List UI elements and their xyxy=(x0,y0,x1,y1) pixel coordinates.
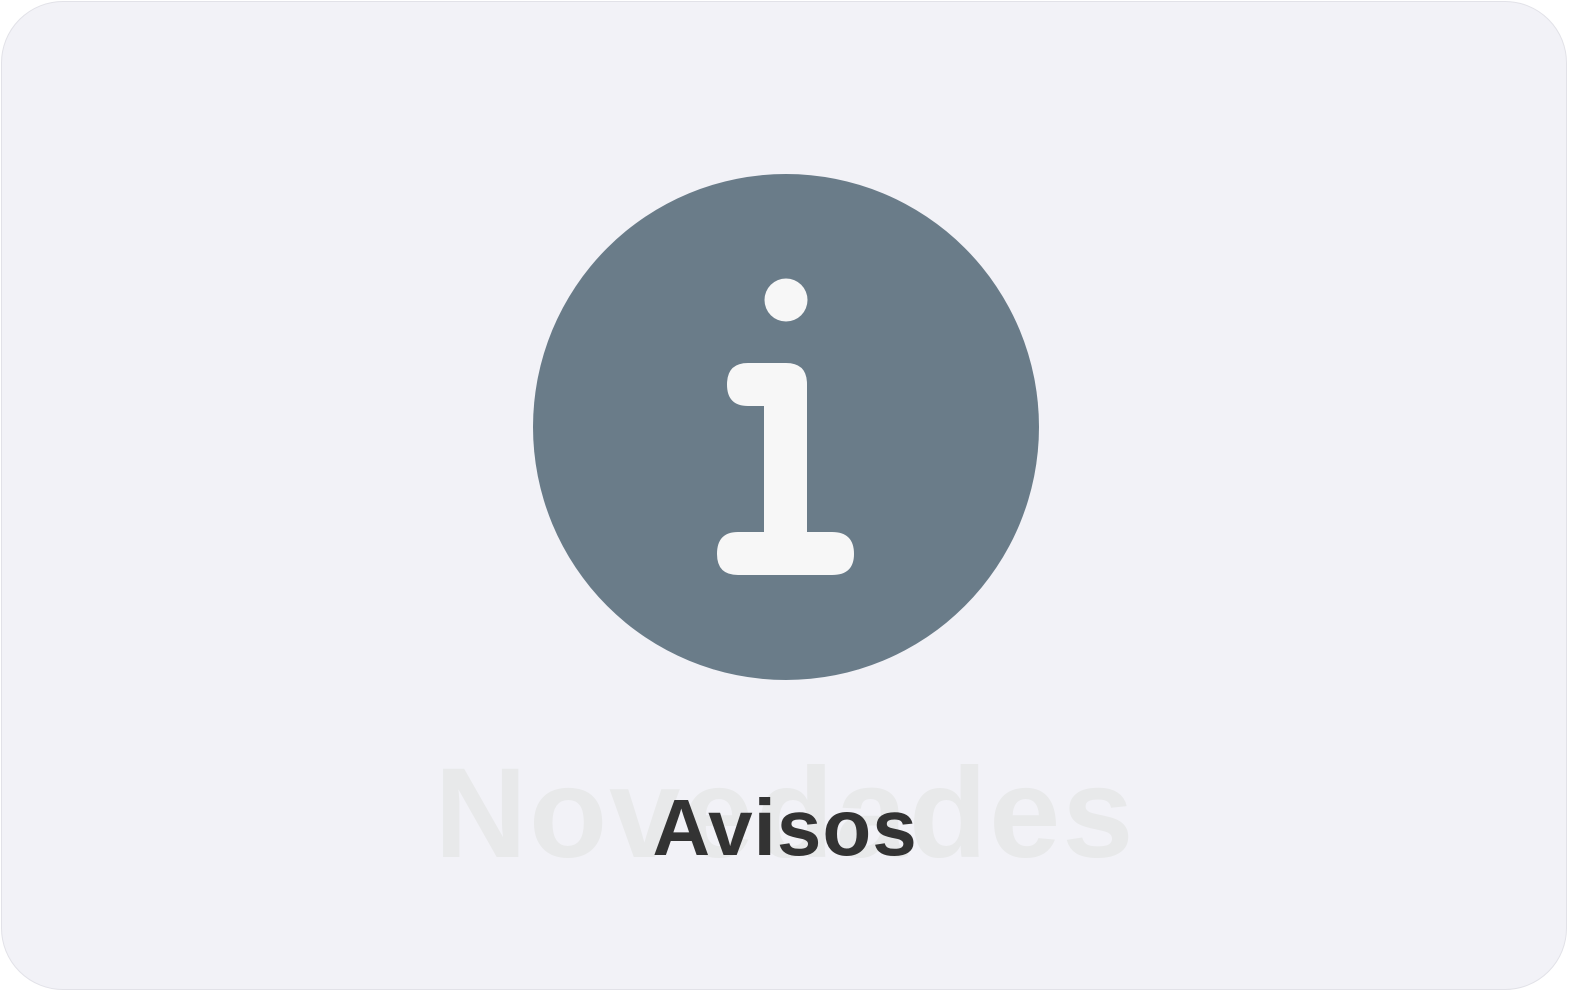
notices-tile[interactable]: Novedades Avisos xyxy=(1,1,1567,990)
tile-label: Avisos xyxy=(652,783,918,872)
info-icon xyxy=(532,173,1040,681)
